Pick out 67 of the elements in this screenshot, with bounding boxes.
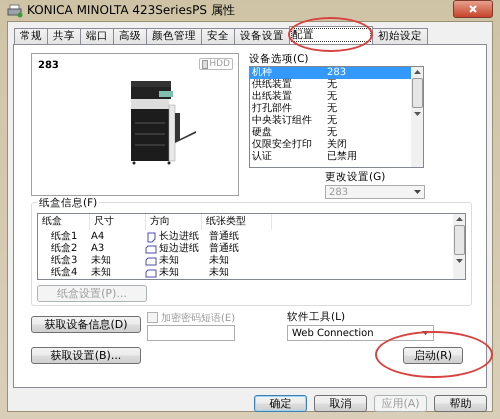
scrollbar[interactable]: [453, 214, 465, 279]
dialog-button[interactable]: 确定: [254, 395, 307, 412]
tab[interactable]: 常规: [14, 28, 48, 44]
table-cell-text: A3: [90, 243, 106, 254]
options-list[interactable]: 机种 283 供纸装置 无 出纸装置 无 打孔部件 无 中央装订组件 无 硬盘 无 仅限安全打印 关闭 认证 已禁用: [249, 66, 424, 168]
column-header[interactable]: 尺寸: [90, 214, 146, 230]
list-item[interactable]: 硬盘 无: [250, 127, 411, 139]
tab[interactable]: 高级: [113, 28, 147, 44]
field-label: 更改设置(G): [325, 171, 386, 183]
table-cell-text: 长边进纸: [159, 231, 199, 242]
group-label: 纸盒信息(F): [37, 196, 100, 210]
caret-icon: [414, 190, 421, 194]
scrollbar[interactable]: [411, 67, 423, 167]
tab[interactable]: 初始设定: [372, 28, 428, 44]
launch-button[interactable]: 启动(R): [403, 347, 463, 364]
table-cell-text: 普通纸: [209, 231, 240, 242]
table-cell-text: 未知: [209, 267, 230, 279]
scroll-down-icon[interactable]: [456, 259, 462, 263]
list-item[interactable]: 出纸装置 无: [250, 91, 411, 103]
scroll-up-icon[interactable]: [456, 217, 462, 221]
tab[interactable]: 设备设置: [234, 28, 290, 44]
portrait-page-icon: [146, 232, 156, 242]
column-header[interactable]: 纸盒: [38, 214, 90, 230]
table-cell-text: 普通纸: [209, 243, 240, 254]
caret-icon: [422, 331, 429, 335]
close-button[interactable]: [453, 0, 493, 18]
scroll-down-icon[interactable]: [414, 112, 420, 116]
table-cell-text: A4: [90, 231, 106, 243]
list-item[interactable]: 中央装订组件 无: [250, 115, 411, 127]
list-item[interactable]: 认证 已禁用: [250, 151, 411, 163]
column-header[interactable]: 方向: [146, 214, 202, 230]
tab[interactable]: 共享: [47, 28, 81, 44]
window-title: KONICA MINOLTA 423SeriesPS 属性: [27, 2, 236, 19]
get-device-info-button[interactable]: 获取设备信息(D): [31, 316, 141, 333]
table-cell: 未知: [159, 267, 179, 279]
tab[interactable]: 配置: [289, 26, 373, 44]
landscape-page-icon: [145, 256, 157, 266]
field-label: 设备选项(C): [249, 53, 310, 65]
table-cell-text: 未知: [90, 255, 112, 266]
landscape-page-icon: [145, 244, 157, 254]
dialog-button[interactable]: 取消: [314, 395, 367, 412]
table-cell-text: 未知: [90, 267, 112, 279]
model-label: 283: [38, 60, 59, 71]
dialog-button[interactable]: 帮助: [434, 395, 487, 412]
list-item[interactable]: 仅限安全打印 关闭: [250, 139, 411, 151]
tab[interactable]: 端口: [80, 28, 114, 44]
hdd-badge: HDD: [199, 58, 233, 70]
list-item[interactable]: 打孔部件 无: [250, 103, 411, 115]
tool-dropdown[interactable]: Web Connection: [287, 325, 434, 341]
table-cell-text: 纸盒2: [50, 243, 78, 254]
table-cell-text: 纸盒4: [50, 267, 78, 279]
tab[interactable]: 安全: [201, 28, 235, 44]
scroll-up-icon[interactable]: [414, 70, 420, 74]
input-field[interactable]: [147, 325, 235, 341]
landscape-page-icon: [145, 268, 157, 278]
table-cell-text: 纸盒3: [50, 255, 78, 266]
table-cell-text: 短边进纸: [159, 243, 199, 254]
tab[interactable]: 颜色管理: [146, 28, 202, 44]
printer-icon: [7, 4, 23, 18]
get-settings-button[interactable]: 获取设置(B)...: [31, 347, 141, 364]
table-cell-text: 未知: [209, 255, 230, 266]
close-icon: [469, 4, 477, 12]
table-cell-text: 未知: [159, 255, 179, 266]
table-cell-text: 纸盒1: [50, 231, 78, 242]
list-item[interactable]: 供纸装置 无: [250, 79, 411, 91]
field-label: 软件工具(L): [287, 312, 346, 323]
column-header[interactable]: 纸张类型: [202, 214, 272, 230]
